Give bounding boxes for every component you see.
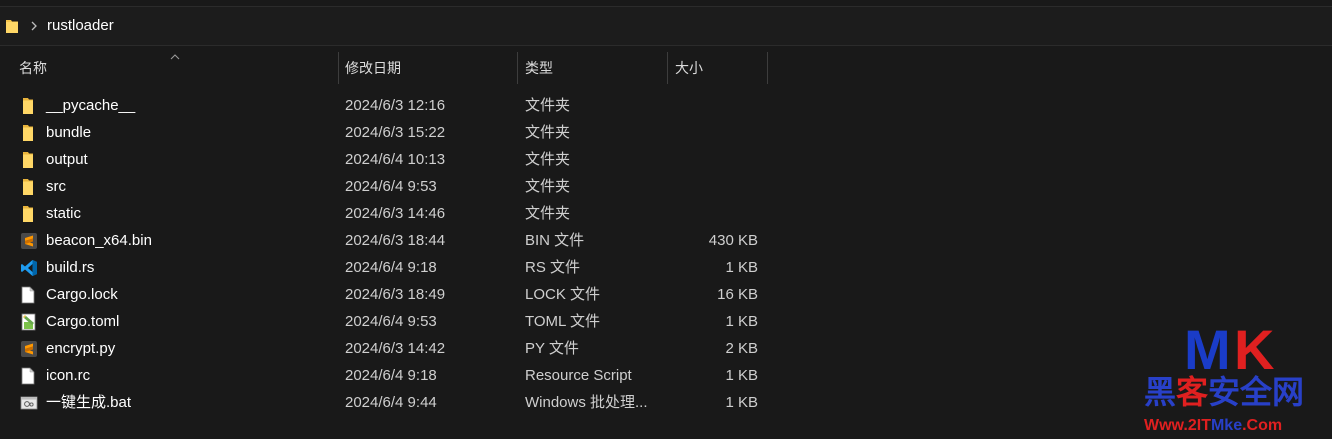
file-name: bundle	[46, 124, 92, 141]
file-name: encrypt.py	[46, 340, 116, 357]
address-bar[interactable]: rustloader	[0, 6, 1332, 46]
vscode-icon	[20, 259, 40, 277]
file-row[interactable]: src 2024/6/4 9:53 文件夹	[0, 173, 770, 200]
watermark-letter-k: K	[1234, 318, 1275, 381]
file-modified-date: 2024/6/4 10:13	[345, 151, 446, 168]
column-divider[interactable]	[517, 52, 518, 84]
file-name: output	[46, 151, 88, 168]
blank-file-icon	[20, 286, 40, 304]
file-row[interactable]: static 2024/6/3 14:46 文件夹	[0, 200, 770, 227]
file-modified-date: 2024/6/3 15:22	[345, 124, 446, 141]
blank-file-icon	[20, 367, 40, 385]
folder-icon	[20, 205, 40, 223]
file-row[interactable]: 一键生成.bat 2024/6/4 9:44 Windows 批处理... 1 KB	[0, 389, 770, 416]
file-size: 1 KB	[725, 259, 758, 276]
file-name: Cargo.toml	[46, 313, 120, 330]
file-type: RS 文件	[525, 259, 581, 276]
watermark-logo: M K 黑客安全网 Www.2ITMke.Com	[1144, 318, 1332, 439]
watermark-chinese-text: 黑客安全网	[1144, 373, 1305, 411]
file-name: beacon_x64.bin	[46, 232, 152, 249]
column-divider[interactable]	[667, 52, 668, 84]
file-name: build.rs	[46, 259, 95, 276]
file-name: src	[46, 178, 66, 195]
column-size[interactable]: 大小	[675, 52, 703, 84]
file-size: 1 KB	[725, 394, 758, 411]
file-modified-date: 2024/6/3 18:44	[345, 232, 446, 249]
file-type: Windows 批处理...	[525, 394, 648, 411]
file-row[interactable]: Cargo.lock 2024/6/3 18:49 LOCK 文件 16 KB	[0, 281, 770, 308]
file-size: 1 KB	[725, 367, 758, 384]
file-type: BIN 文件	[525, 232, 585, 249]
file-row[interactable]: output 2024/6/4 10:13 文件夹	[0, 146, 770, 173]
file-modified-date: 2024/6/3 12:16	[345, 97, 446, 114]
file-size: 16 KB	[717, 286, 758, 303]
folder-icon	[20, 151, 40, 169]
file-name: static	[46, 205, 82, 222]
file-size: 2 KB	[725, 340, 758, 357]
file-row[interactable]: icon.rc 2024/6/4 9:18 Resource Script 1 KB	[0, 362, 770, 389]
notepad-plus-icon	[20, 313, 40, 331]
file-size: 1 KB	[725, 313, 758, 330]
folder-icon	[20, 124, 40, 142]
file-type: 文件夹	[525, 124, 571, 141]
file-type: Resource Script	[525, 367, 632, 384]
file-modified-date: 2024/6/4 9:44	[345, 394, 437, 411]
file-row[interactable]: Cargo.toml 2024/6/4 9:53 TOML 文件 1 KB	[0, 308, 770, 335]
watermark-url: Www.2ITMke.Com	[1144, 417, 1283, 434]
file-type: 文件夹	[525, 178, 571, 195]
file-name: icon.rc	[46, 367, 91, 384]
file-type: TOML 文件	[525, 313, 601, 330]
file-type: LOCK 文件	[525, 286, 601, 303]
file-type: PY 文件	[525, 340, 579, 357]
file-type: 文件夹	[525, 205, 571, 222]
watermark-letter-m: M	[1184, 318, 1231, 381]
column-name[interactable]: 名称	[19, 52, 47, 84]
file-modified-date: 2024/6/3 18:49	[345, 286, 446, 303]
file-modified-date: 2024/6/4 9:18	[345, 259, 437, 276]
file-name: __pycache__	[46, 97, 136, 114]
folder-icon	[20, 178, 40, 196]
column-divider[interactable]	[767, 52, 768, 84]
column-divider[interactable]	[338, 52, 339, 84]
file-name: 一键生成.bat	[46, 394, 132, 411]
sublime-text-icon	[20, 232, 40, 250]
folder-icon	[5, 18, 19, 38]
file-modified-date: 2024/6/4 9:53	[345, 313, 437, 330]
file-type: 文件夹	[525, 151, 571, 168]
file-modified-date: 2024/6/4 9:18	[345, 367, 437, 384]
column-date[interactable]: 修改日期	[345, 52, 401, 84]
file-row[interactable]: bundle 2024/6/3 15:22 文件夹	[0, 119, 770, 146]
file-type: 文件夹	[525, 97, 571, 114]
batch-file-icon	[20, 394, 40, 412]
file-modified-date: 2024/6/3 14:42	[345, 340, 446, 357]
file-modified-date: 2024/6/3 14:46	[345, 205, 446, 222]
sublime-text-icon	[20, 340, 40, 358]
column-type[interactable]: 类型	[525, 52, 553, 84]
column-header: 名称 修改日期 类型 大小	[0, 52, 768, 84]
file-name: Cargo.lock	[46, 286, 118, 303]
file-row[interactable]: __pycache__ 2024/6/3 12:16 文件夹	[0, 92, 770, 119]
chevron-right-icon[interactable]	[29, 19, 39, 36]
file-row[interactable]: encrypt.py 2024/6/3 14:42 PY 文件 2 KB	[0, 335, 770, 362]
file-row[interactable]: beacon_x64.bin 2024/6/3 18:44 BIN 文件 430 KB	[0, 227, 770, 254]
file-row[interactable]: build.rs 2024/6/4 9:18 RS 文件 1 KB	[0, 254, 770, 281]
folder-icon	[20, 97, 40, 115]
file-size: 430 KB	[708, 232, 758, 249]
file-explorer-window: rustloader 名称 修改日期 类型 大小 __pycache__ 2024…	[0, 0, 1332, 439]
file-modified-date: 2024/6/4 9:53	[345, 178, 437, 195]
breadcrumb-current[interactable]: rustloader	[47, 17, 114, 35]
